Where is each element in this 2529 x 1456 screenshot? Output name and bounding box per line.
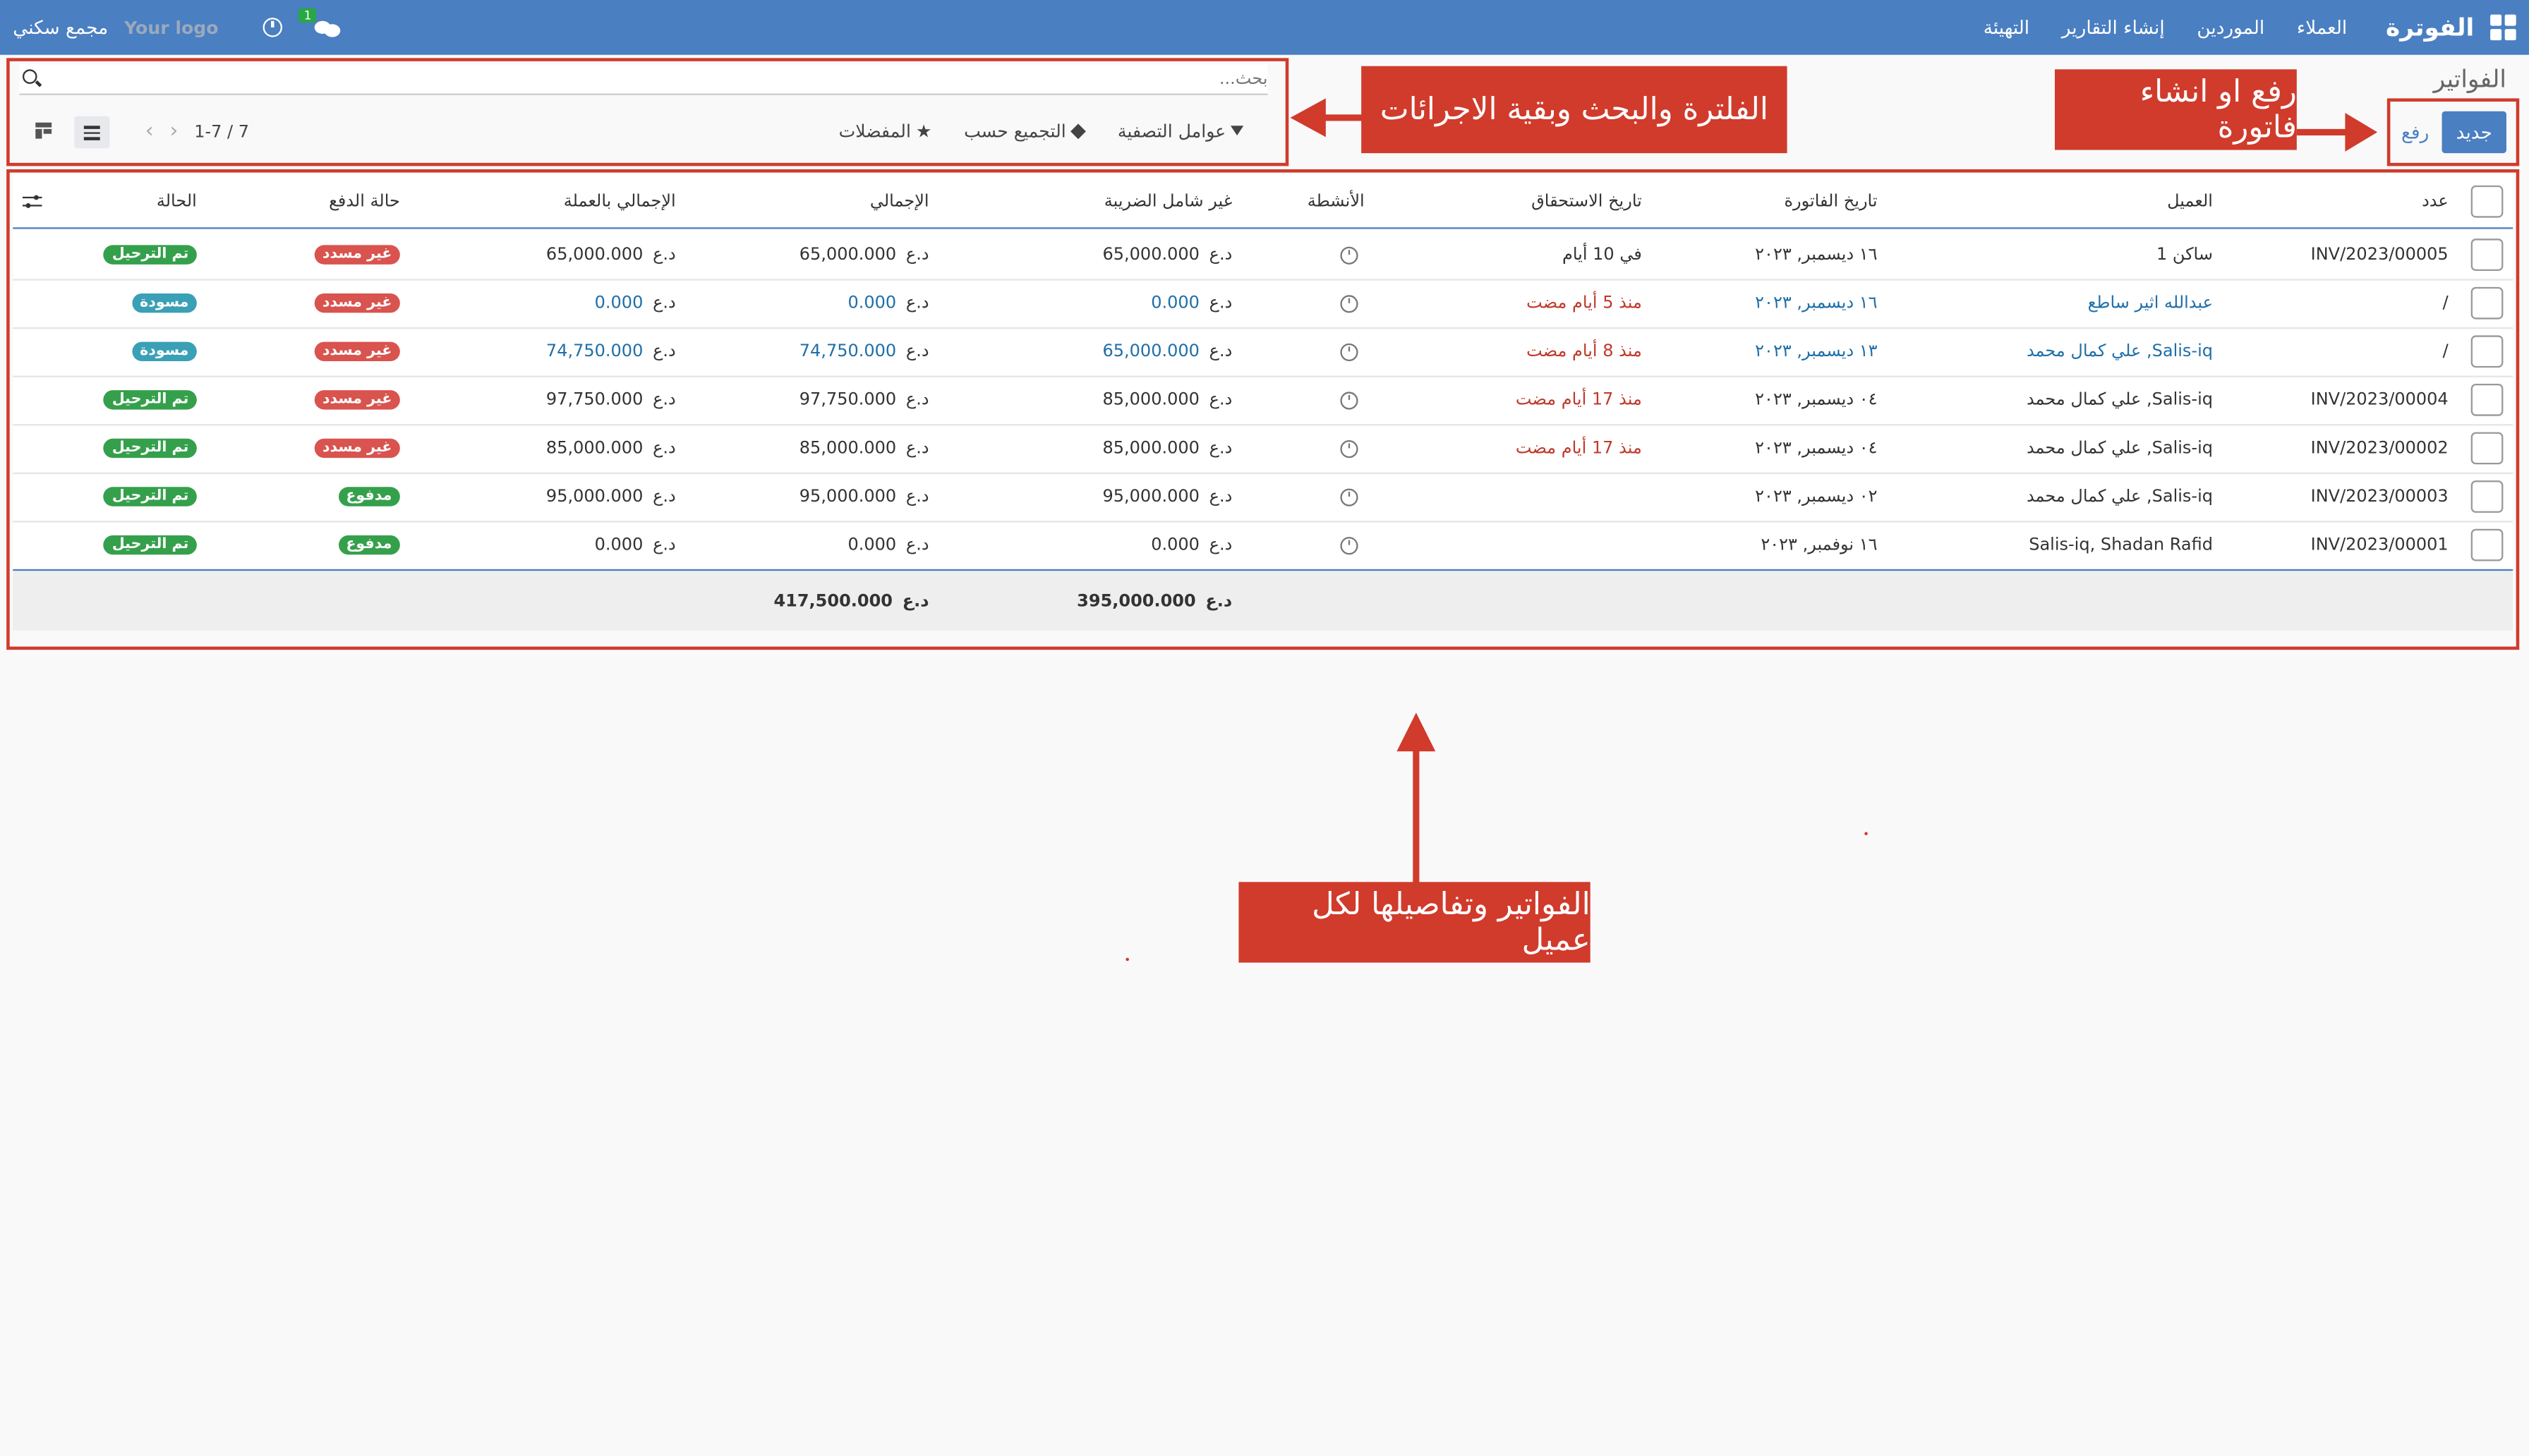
messaging-chat-icon[interactable]: 1	[298, 8, 342, 37]
annotation-arrow-head	[1396, 712, 1436, 752]
annotation-arrow-shaft	[2296, 128, 2348, 135]
annotation-arrow-head	[2345, 112, 2378, 152]
company-logo: Your logo	[124, 16, 219, 38]
menu-vendors[interactable]: الموردين	[2197, 16, 2264, 39]
annotation-box-search	[6, 58, 1289, 166]
annotation-arrow-head	[1290, 98, 1326, 138]
annotation-arrow-shaft	[1413, 744, 1420, 884]
chat-count-badge: 1	[298, 8, 317, 23]
annotation-invoices: الفواتير وتفاصيلها لكل عميل	[1238, 882, 1591, 963]
annotation-arrow-shaft	[1322, 114, 1365, 121]
annotation-filters: الفلترة والبحث وبقية الاجرائات	[1361, 66, 1787, 154]
page-title: الفواتير	[2433, 64, 2506, 94]
menu-customers[interactable]: العملاء	[2297, 16, 2347, 39]
annotation-box-table	[6, 169, 2520, 650]
apps-grid-icon[interactable]	[2490, 14, 2516, 41]
app-brand[interactable]: الفوترة	[2386, 13, 2474, 42]
annotation-box-buttons	[2386, 98, 2520, 166]
annotation-create-upload: رفع او انشاء فاتورة	[2054, 69, 2297, 150]
top-navbar: الفوترة العملاء الموردين إنشاء التقارير …	[0, 0, 2529, 55]
menu-configuration[interactable]: التهيئة	[1984, 16, 2029, 39]
menu-reporting[interactable]: إنشاء التقارير	[2062, 16, 2165, 39]
activity-clock-icon[interactable]	[263, 18, 283, 37]
stray-dot	[1125, 957, 1129, 961]
company-switcher[interactable]: مجمع سكني	[13, 16, 108, 39]
stray-dot	[1864, 832, 1868, 835]
